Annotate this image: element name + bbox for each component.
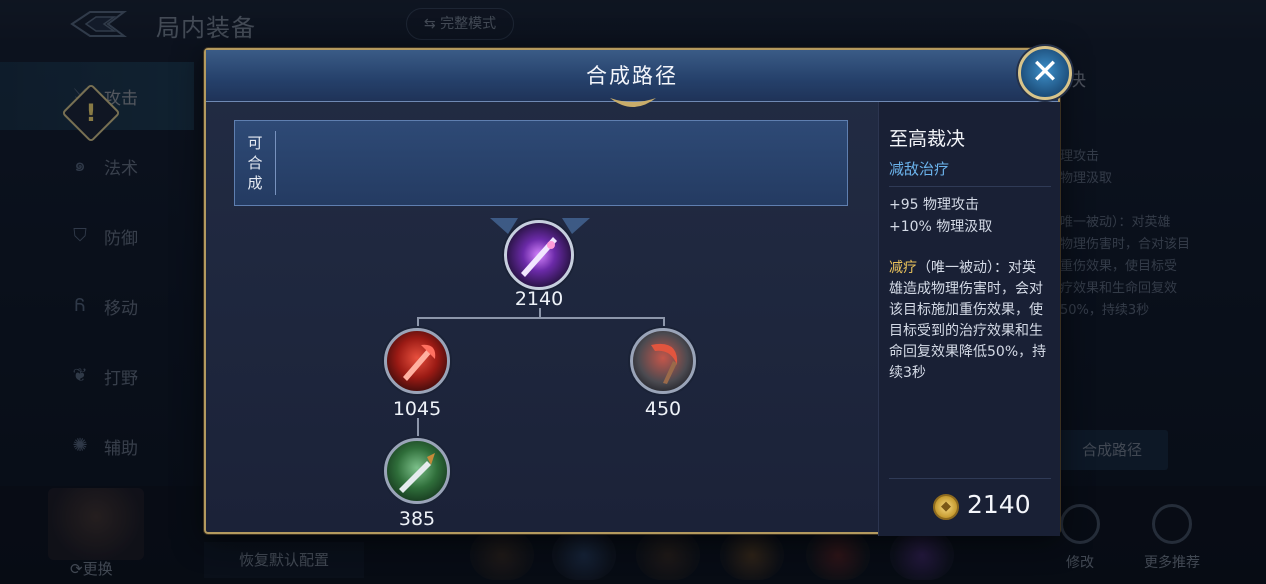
item-price: 385 — [398, 508, 436, 530]
divider — [889, 478, 1051, 479]
item-price: 450 — [644, 398, 682, 420]
red-axe-icon[interactable] — [384, 328, 450, 394]
item-stat: +95 物理攻击 — [889, 197, 979, 213]
scythe-shape-icon — [651, 343, 678, 384]
gold-coin-icon: ◆ — [933, 494, 959, 520]
item-price: 2140 — [514, 288, 564, 310]
green-dagger-icon[interactable] — [384, 438, 450, 504]
divider — [275, 131, 276, 195]
item-price: 1045 — [392, 398, 442, 420]
item-info-panel: 至高裁决 减敌治疗 +95 物理攻击 +10% 物理汲取 减疗（唯一被动）：对英… — [878, 102, 1060, 536]
scythe-icon[interactable] — [630, 328, 696, 394]
craftable-label: 可合成 — [247, 134, 263, 192]
dagger-shape-icon — [399, 453, 435, 493]
craft-path-dialog: 合成路径 可合成 2140 1045 450 385 至高裁决 减敌治疗 +95… — [204, 48, 1060, 536]
blade-shape-icon — [521, 237, 557, 277]
purple-blade-icon[interactable] — [504, 220, 574, 290]
close-button[interactable]: ✕ — [1018, 46, 1072, 100]
dialog-title: 合成路径 — [586, 64, 678, 88]
tree-connector — [417, 418, 419, 438]
item-stat: +10% 物理汲取 — [889, 219, 993, 235]
axe-shape-icon — [403, 344, 436, 381]
ornament-icon — [610, 98, 656, 107]
tree-connector — [417, 317, 665, 319]
total-price: 2140 — [967, 490, 1031, 519]
passive-description: 减疗（唯一被动）：对英雄造成物理伤害时，会对该目标施加重伤效果，使目标受到的治疗… — [889, 258, 1049, 384]
item-tag: 减敌治疗 — [889, 160, 950, 178]
dialog-header: 合成路径 — [206, 50, 1058, 102]
passive-name: 减疗 — [889, 260, 917, 276]
screen: 局内装备 ⇆ 完整模式 ⚔ 攻击 ๑ 法术 ⛉ 防御 Ᏺ 移动 ❦ 打野 — [0, 0, 1266, 584]
craftable-items-panel: 可合成 — [234, 120, 848, 206]
item-name: 至高裁决 — [889, 128, 966, 150]
passive-text: （唯一被动）：对英雄造成物理伤害时，会对该目标施加重伤效果，使目标受到的治疗效果… — [889, 260, 1047, 381]
divider — [889, 186, 1051, 187]
